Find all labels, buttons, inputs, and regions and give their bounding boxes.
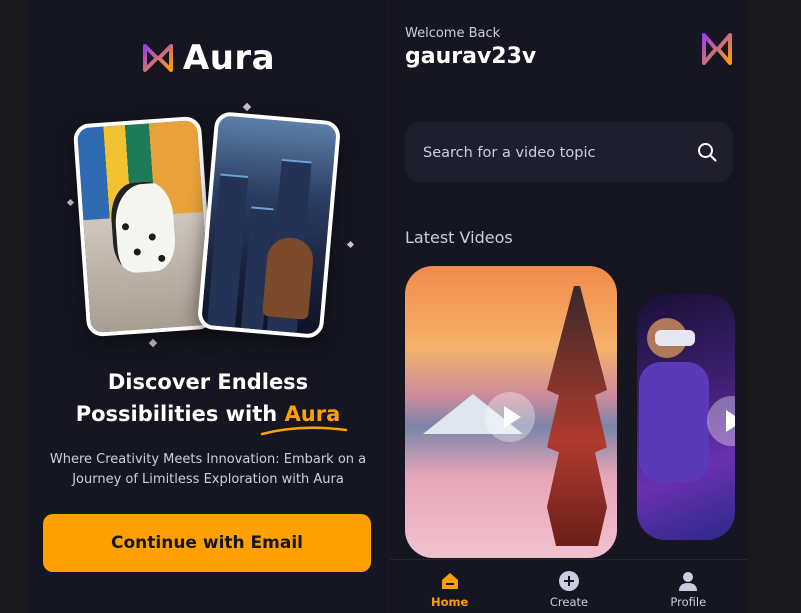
- bottom-tab-bar: Home Create Profile: [390, 559, 748, 613]
- city-photo-card: [196, 110, 342, 340]
- continue-with-email-button[interactable]: Continue with Email: [43, 514, 371, 572]
- play-icon[interactable]: [485, 392, 535, 442]
- aura-logo-icon: [702, 33, 732, 65]
- video-card[interactable]: [637, 294, 735, 540]
- search-input[interactable]: [421, 122, 685, 184]
- play-icon[interactable]: [707, 396, 735, 446]
- onboarding-screen: Aura Discover Endless Possibilities with…: [28, 0, 388, 613]
- home-icon: [441, 573, 458, 589]
- video-card[interactable]: [405, 266, 617, 558]
- tab-profile[interactable]: Profile: [643, 560, 733, 613]
- headline-accent: Aura: [284, 402, 341, 426]
- onboarding-headline: Discover Endless Possibilities with Aura: [28, 366, 388, 430]
- username: gaurav23v: [405, 44, 537, 69]
- dog-photo-card: [72, 115, 216, 338]
- tab-label: Create: [549, 595, 589, 609]
- tab-label: Home: [431, 595, 469, 609]
- home-screen: Welcome Back gaurav23v Latest Videos Hom…: [390, 0, 748, 613]
- welcome-text: Welcome Back: [405, 26, 501, 41]
- search-icon[interactable]: [697, 142, 717, 162]
- profile-icon: [679, 572, 698, 591]
- accent-underline-path: [260, 426, 348, 436]
- tab-home[interactable]: Home: [405, 560, 495, 613]
- brand-logo: Aura: [28, 38, 388, 78]
- onboarding-subtext: Where Creativity Meets Innovation: Embar…: [49, 452, 367, 487]
- headline-line-1: Discover Endless: [107, 370, 309, 394]
- section-title-latest-videos: Latest Videos: [405, 228, 513, 247]
- brand-name: Aura: [182, 38, 276, 78]
- plus-circle-icon: [558, 571, 579, 591]
- hero-image-collage: [66, 102, 356, 352]
- aura-logo-icon: [142, 44, 173, 72]
- tab-create[interactable]: Create: [524, 560, 614, 613]
- search-bar: [405, 122, 733, 184]
- tab-label: Profile: [670, 595, 707, 609]
